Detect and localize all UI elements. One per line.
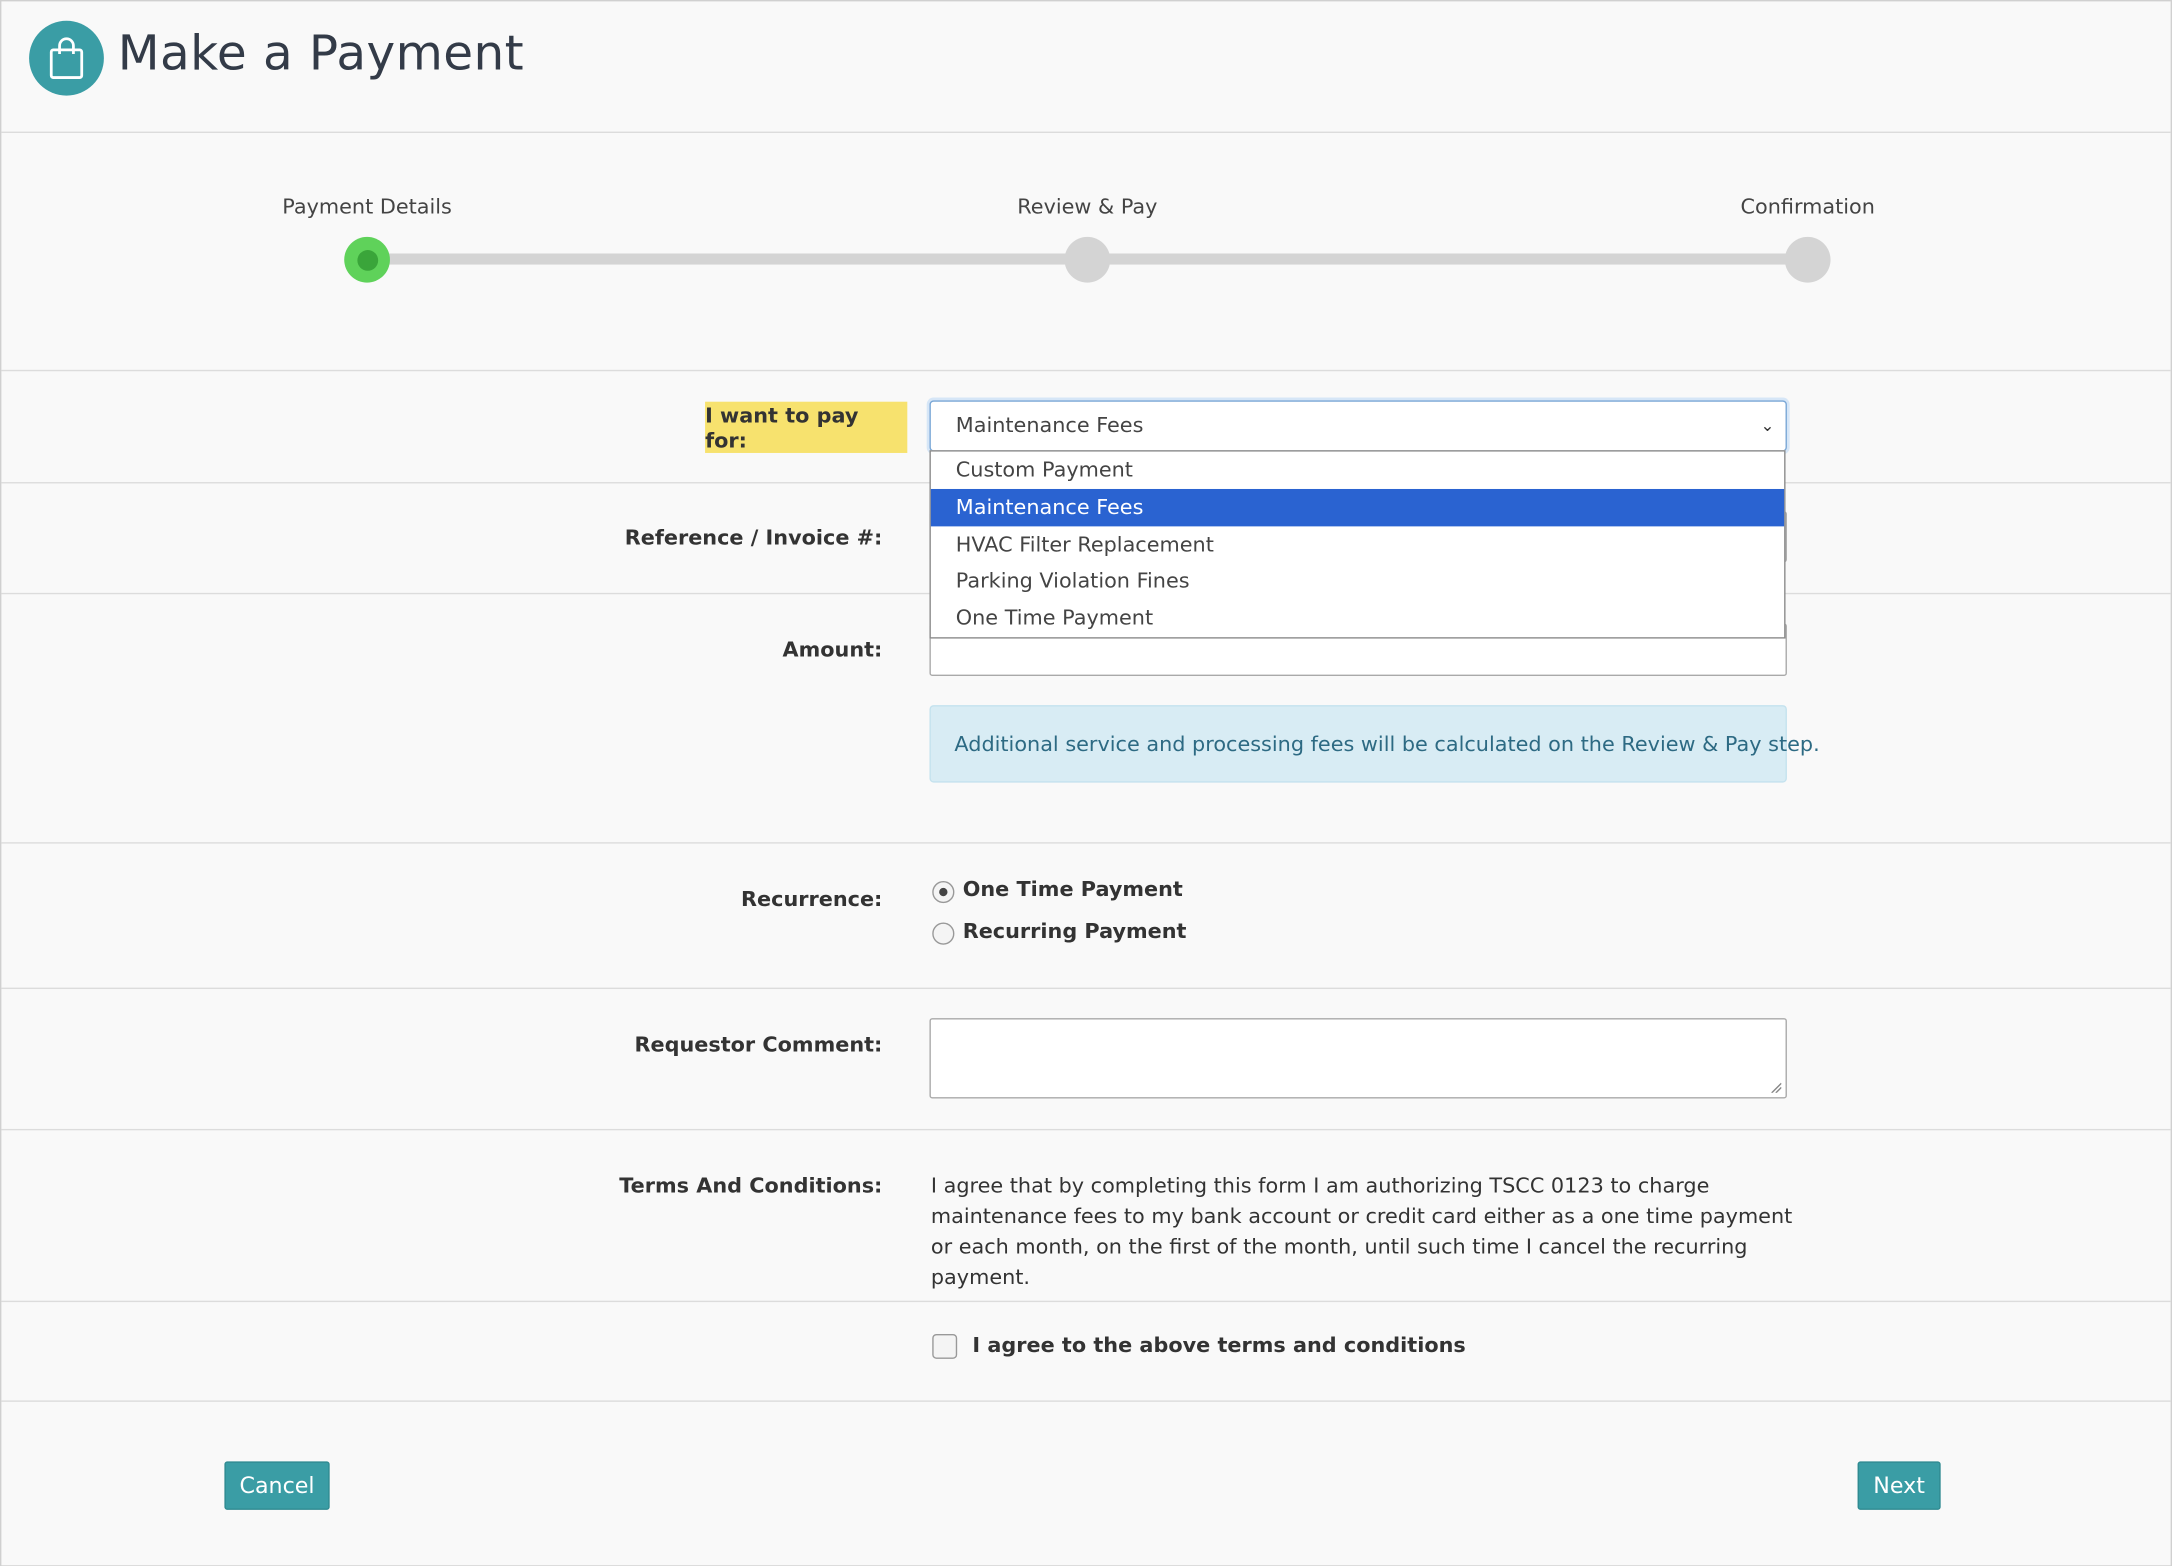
- pay-for-dropdown-list: Custom Payment Maintenance Fees HVAC Fil…: [929, 450, 1786, 639]
- dropdown-option-one-time-payment[interactable]: One Time Payment: [931, 600, 1784, 637]
- step-dot-confirmation: [1784, 236, 1831, 283]
- chevron-down-icon: ⌄: [1760, 415, 1775, 435]
- dropdown-option-custom-payment[interactable]: Custom Payment: [931, 452, 1784, 489]
- amount-label: Amount:: [782, 637, 883, 663]
- divider: [1, 1128, 2171, 1131]
- step-label-confirmation: Confirmation: [1740, 193, 1875, 219]
- pay-for-label: I want to pay for:: [705, 401, 908, 453]
- cancel-button[interactable]: Cancel: [224, 1461, 330, 1510]
- dropdown-option-parking-violation-fines[interactable]: Parking Violation Fines: [931, 563, 1784, 600]
- step-dot-review-pay: [1064, 236, 1111, 283]
- comment-textarea[interactable]: [929, 1018, 1787, 1099]
- step-label-payment-details: Payment Details: [282, 193, 452, 219]
- page-title: Make a Payment: [117, 26, 525, 82]
- radio-label-one-time-payment[interactable]: One Time Payment: [963, 877, 1183, 902]
- terms-text: I agree that by completing this form I a…: [930, 1173, 1793, 1290]
- fee-notice: Additional service and processing fees w…: [929, 705, 1820, 783]
- step-label-review-pay: Review & Pay: [1017, 193, 1158, 219]
- next-button[interactable]: Next: [1857, 1461, 1941, 1510]
- step-dot-payment-details: [344, 236, 390, 283]
- pay-for-select[interactable]: Maintenance Fees ⌄: [929, 400, 1787, 452]
- recurrence-label: Recurrence:: [741, 886, 883, 912]
- make-payment-page: Make a Payment Payment Details Review & …: [0, 0, 2172, 1566]
- resize-grip-icon[interactable]: [1770, 1082, 1782, 1093]
- agree-checkbox[interactable]: [932, 1333, 958, 1359]
- pay-for-selected-value: Maintenance Fees: [955, 412, 1144, 438]
- divider: [1, 1300, 2171, 1303]
- radio-label-recurring-payment[interactable]: Recurring Payment: [963, 918, 1187, 943]
- radio-recurring-payment[interactable]: [932, 922, 955, 945]
- radio-one-time-payment[interactable]: [932, 880, 955, 904]
- divider: [1, 369, 2171, 372]
- divider: [1, 131, 2171, 133]
- dropdown-option-hvac-filter-replacement[interactable]: HVAC Filter Replacement: [931, 526, 1784, 563]
- divider: [1, 987, 2171, 990]
- shopping-bag-icon: [29, 20, 104, 96]
- terms-label: Terms And Conditions:: [619, 1173, 883, 1199]
- dropdown-option-maintenance-fees[interactable]: Maintenance Fees: [930, 488, 1785, 526]
- reference-label: Reference / Invoice #:: [624, 524, 883, 550]
- divider: [1, 842, 2171, 844]
- agree-checkbox-label[interactable]: I agree to the above terms and condition…: [972, 1333, 1465, 1358]
- comment-label: Requestor Comment:: [634, 1031, 883, 1057]
- divider: [1, 1400, 2171, 1402]
